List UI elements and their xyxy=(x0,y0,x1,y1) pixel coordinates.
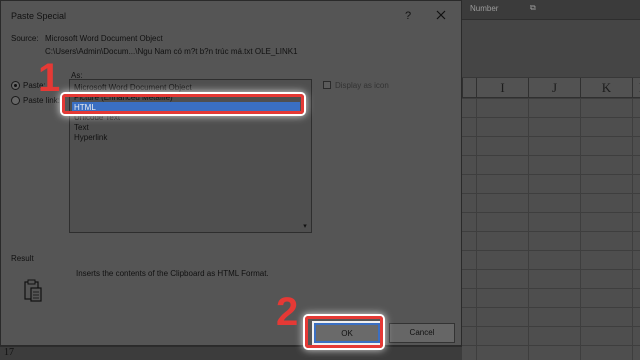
formula-area xyxy=(462,20,640,78)
ribbon-number-label: Number xyxy=(470,4,499,13)
column-headers: I J K L xyxy=(462,78,640,98)
paste-radio[interactable] xyxy=(11,81,20,90)
result-label: Result xyxy=(11,254,34,263)
column-header-i[interactable]: I xyxy=(476,78,528,98)
result-text: Inserts the contents of the Clipboard as… xyxy=(76,269,269,278)
close-icon[interactable] xyxy=(435,9,449,23)
clipboard-icon xyxy=(23,279,43,303)
row-number: 17 xyxy=(4,347,14,358)
column-header-h[interactable] xyxy=(462,78,476,98)
cancel-button[interactable]: Cancel xyxy=(389,323,455,343)
display-as-icon-label: Display as icon xyxy=(335,81,389,90)
row-header[interactable]: 17 xyxy=(0,346,462,360)
source-path: C:\Users\Admin\Docum...\Ngu Nam có m?t b… xyxy=(45,47,298,56)
step2-highlight xyxy=(305,316,383,348)
dialog-title: Paste Special xyxy=(11,11,67,21)
column-header-j[interactable]: J xyxy=(528,78,580,98)
step1-highlight xyxy=(62,94,304,114)
cell-grid[interactable] xyxy=(462,98,640,360)
paste-link-radio[interactable] xyxy=(11,96,20,105)
scroll-down-icon[interactable]: ▾ xyxy=(300,222,310,232)
source-label: Source: xyxy=(11,34,39,43)
source-value: Microsoft Word Document Object xyxy=(45,34,163,43)
dialog-launcher-icon[interactable]: ⧉ xyxy=(530,3,536,13)
dialog-titlebar[interactable]: Paste Special ? xyxy=(1,1,461,31)
paste-special-dialog: Paste Special ? Source: Microsoft Word D… xyxy=(0,0,462,346)
display-as-icon-checkbox[interactable] xyxy=(323,81,331,89)
column-header-k[interactable]: K xyxy=(580,78,632,98)
step2-number: 2 xyxy=(276,290,299,334)
step1-number: 1 xyxy=(38,56,61,100)
help-button[interactable]: ? xyxy=(401,9,415,23)
list-item[interactable]: Hyperlink xyxy=(72,132,300,143)
column-header-l[interactable]: L xyxy=(632,78,640,98)
